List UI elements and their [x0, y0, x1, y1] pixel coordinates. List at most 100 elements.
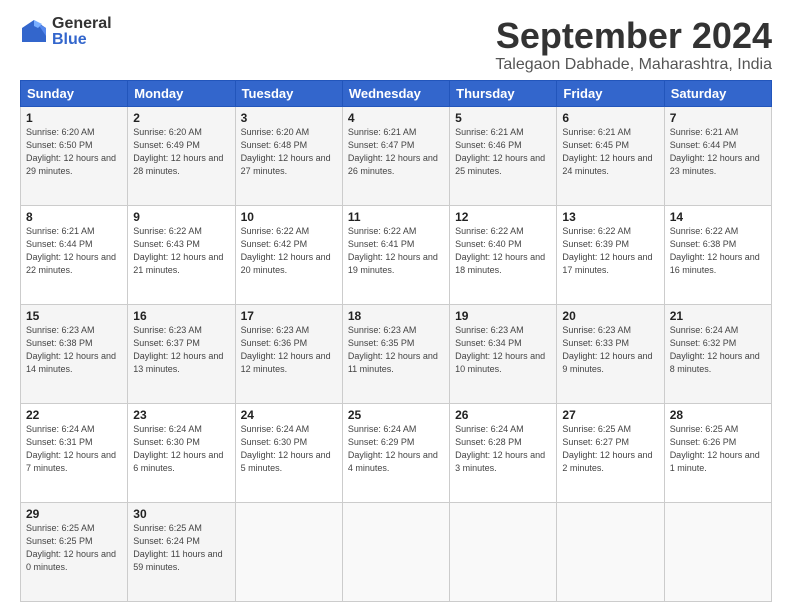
- logo-icon: [20, 18, 48, 46]
- day-number: 25: [348, 408, 444, 422]
- table-row: 17Sunrise: 6:23 AMSunset: 6:36 PMDayligh…: [235, 304, 342, 403]
- day-info: Sunrise: 6:20 AMSunset: 6:50 PMDaylight:…: [26, 126, 122, 178]
- week-row-1: 1Sunrise: 6:20 AMSunset: 6:50 PMDaylight…: [21, 106, 772, 205]
- table-row: 30Sunrise: 6:25 AMSunset: 6:24 PMDayligh…: [128, 502, 235, 601]
- day-number: 23: [133, 408, 229, 422]
- day-info: Sunrise: 6:21 AMSunset: 6:44 PMDaylight:…: [670, 126, 766, 178]
- day-info: Sunrise: 6:25 AMSunset: 6:25 PMDaylight:…: [26, 522, 122, 574]
- day-info: Sunrise: 6:23 AMSunset: 6:34 PMDaylight:…: [455, 324, 551, 376]
- col-tuesday: Tuesday: [235, 80, 342, 106]
- table-row: 15Sunrise: 6:23 AMSunset: 6:38 PMDayligh…: [21, 304, 128, 403]
- logo-text: General Blue: [52, 16, 112, 48]
- day-info: Sunrise: 6:22 AMSunset: 6:40 PMDaylight:…: [455, 225, 551, 277]
- day-number: 29: [26, 507, 122, 521]
- day-number: 27: [562, 408, 658, 422]
- table-row: 4Sunrise: 6:21 AMSunset: 6:47 PMDaylight…: [342, 106, 449, 205]
- day-number: 5: [455, 111, 551, 125]
- day-info: Sunrise: 6:24 AMSunset: 6:30 PMDaylight:…: [133, 423, 229, 475]
- logo-blue: Blue: [52, 32, 112, 48]
- table-row: 11Sunrise: 6:22 AMSunset: 6:41 PMDayligh…: [342, 205, 449, 304]
- day-info: Sunrise: 6:22 AMSunset: 6:42 PMDaylight:…: [241, 225, 337, 277]
- day-number: 6: [562, 111, 658, 125]
- day-number: 18: [348, 309, 444, 323]
- header: General Blue September 2024 Talegaon Dab…: [20, 16, 772, 74]
- day-number: 19: [455, 309, 551, 323]
- day-info: Sunrise: 6:24 AMSunset: 6:30 PMDaylight:…: [241, 423, 337, 475]
- day-number: 12: [455, 210, 551, 224]
- title-area: September 2024 Talegaon Dabhade, Maharas…: [495, 16, 772, 74]
- table-row: [235, 502, 342, 601]
- day-info: Sunrise: 6:23 AMSunset: 6:35 PMDaylight:…: [348, 324, 444, 376]
- day-number: 10: [241, 210, 337, 224]
- day-info: Sunrise: 6:22 AMSunset: 6:43 PMDaylight:…: [133, 225, 229, 277]
- table-row: 28Sunrise: 6:25 AMSunset: 6:26 PMDayligh…: [664, 403, 771, 502]
- day-number: 13: [562, 210, 658, 224]
- header-row: Sunday Monday Tuesday Wednesday Thursday…: [21, 80, 772, 106]
- day-info: Sunrise: 6:20 AMSunset: 6:48 PMDaylight:…: [241, 126, 337, 178]
- table-row: 10Sunrise: 6:22 AMSunset: 6:42 PMDayligh…: [235, 205, 342, 304]
- day-number: 15: [26, 309, 122, 323]
- table-row: 2Sunrise: 6:20 AMSunset: 6:49 PMDaylight…: [128, 106, 235, 205]
- table-row: 18Sunrise: 6:23 AMSunset: 6:35 PMDayligh…: [342, 304, 449, 403]
- col-saturday: Saturday: [664, 80, 771, 106]
- day-number: 9: [133, 210, 229, 224]
- table-row: 12Sunrise: 6:22 AMSunset: 6:40 PMDayligh…: [450, 205, 557, 304]
- table-row: 27Sunrise: 6:25 AMSunset: 6:27 PMDayligh…: [557, 403, 664, 502]
- day-number: 30: [133, 507, 229, 521]
- logo: General Blue: [20, 16, 112, 48]
- table-row: 3Sunrise: 6:20 AMSunset: 6:48 PMDaylight…: [235, 106, 342, 205]
- day-info: Sunrise: 6:24 AMSunset: 6:28 PMDaylight:…: [455, 423, 551, 475]
- day-number: 7: [670, 111, 766, 125]
- table-row: 8Sunrise: 6:21 AMSunset: 6:44 PMDaylight…: [21, 205, 128, 304]
- day-info: Sunrise: 6:23 AMSunset: 6:36 PMDaylight:…: [241, 324, 337, 376]
- day-info: Sunrise: 6:22 AMSunset: 6:41 PMDaylight:…: [348, 225, 444, 277]
- table-row: 13Sunrise: 6:22 AMSunset: 6:39 PMDayligh…: [557, 205, 664, 304]
- table-row: 19Sunrise: 6:23 AMSunset: 6:34 PMDayligh…: [450, 304, 557, 403]
- day-info: Sunrise: 6:25 AMSunset: 6:27 PMDaylight:…: [562, 423, 658, 475]
- table-row: 22Sunrise: 6:24 AMSunset: 6:31 PMDayligh…: [21, 403, 128, 502]
- table-row: 23Sunrise: 6:24 AMSunset: 6:30 PMDayligh…: [128, 403, 235, 502]
- table-row: 26Sunrise: 6:24 AMSunset: 6:28 PMDayligh…: [450, 403, 557, 502]
- day-number: 11: [348, 210, 444, 224]
- day-info: Sunrise: 6:24 AMSunset: 6:31 PMDaylight:…: [26, 423, 122, 475]
- day-info: Sunrise: 6:25 AMSunset: 6:26 PMDaylight:…: [670, 423, 766, 475]
- table-row: 9Sunrise: 6:22 AMSunset: 6:43 PMDaylight…: [128, 205, 235, 304]
- col-monday: Monday: [128, 80, 235, 106]
- table-row: [664, 502, 771, 601]
- col-friday: Friday: [557, 80, 664, 106]
- day-info: Sunrise: 6:23 AMSunset: 6:33 PMDaylight:…: [562, 324, 658, 376]
- day-number: 26: [455, 408, 551, 422]
- table-row: 29Sunrise: 6:25 AMSunset: 6:25 PMDayligh…: [21, 502, 128, 601]
- location-title: Talegaon Dabhade, Maharashtra, India: [495, 56, 772, 74]
- table-row: [342, 502, 449, 601]
- table-row: 16Sunrise: 6:23 AMSunset: 6:37 PMDayligh…: [128, 304, 235, 403]
- week-row-2: 8Sunrise: 6:21 AMSunset: 6:44 PMDaylight…: [21, 205, 772, 304]
- col-thursday: Thursday: [450, 80, 557, 106]
- table-row: 25Sunrise: 6:24 AMSunset: 6:29 PMDayligh…: [342, 403, 449, 502]
- logo-general: General: [52, 16, 112, 32]
- month-title: September 2024: [495, 16, 772, 56]
- day-number: 16: [133, 309, 229, 323]
- day-info: Sunrise: 6:23 AMSunset: 6:38 PMDaylight:…: [26, 324, 122, 376]
- day-number: 20: [562, 309, 658, 323]
- day-number: 1: [26, 111, 122, 125]
- week-row-4: 22Sunrise: 6:24 AMSunset: 6:31 PMDayligh…: [21, 403, 772, 502]
- day-number: 28: [670, 408, 766, 422]
- col-wednesday: Wednesday: [342, 80, 449, 106]
- day-info: Sunrise: 6:20 AMSunset: 6:49 PMDaylight:…: [133, 126, 229, 178]
- day-number: 2: [133, 111, 229, 125]
- calendar-page: General Blue September 2024 Talegaon Dab…: [0, 0, 792, 612]
- day-number: 8: [26, 210, 122, 224]
- day-info: Sunrise: 6:21 AMSunset: 6:44 PMDaylight:…: [26, 225, 122, 277]
- day-info: Sunrise: 6:23 AMSunset: 6:37 PMDaylight:…: [133, 324, 229, 376]
- week-row-3: 15Sunrise: 6:23 AMSunset: 6:38 PMDayligh…: [21, 304, 772, 403]
- table-row: [557, 502, 664, 601]
- day-number: 4: [348, 111, 444, 125]
- table-row: 14Sunrise: 6:22 AMSunset: 6:38 PMDayligh…: [664, 205, 771, 304]
- col-sunday: Sunday: [21, 80, 128, 106]
- table-row: 1Sunrise: 6:20 AMSunset: 6:50 PMDaylight…: [21, 106, 128, 205]
- table-row: 20Sunrise: 6:23 AMSunset: 6:33 PMDayligh…: [557, 304, 664, 403]
- table-row: 24Sunrise: 6:24 AMSunset: 6:30 PMDayligh…: [235, 403, 342, 502]
- day-info: Sunrise: 6:22 AMSunset: 6:39 PMDaylight:…: [562, 225, 658, 277]
- day-number: 17: [241, 309, 337, 323]
